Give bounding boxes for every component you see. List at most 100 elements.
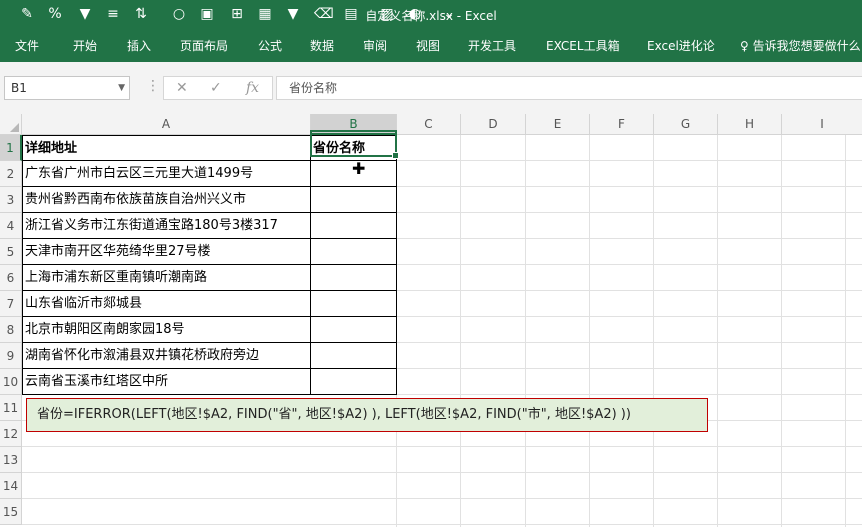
cell-b4[interactable] <box>311 213 397 239</box>
cell-a8[interactable]: 北京市朝阳区南朗家园18号 <box>22 317 311 343</box>
cell-a7[interactable]: 山东省临沂市郯城县 <box>22 291 311 317</box>
row-header-12[interactable]: 12 <box>0 421 22 447</box>
tab-review[interactable]: 审阅 <box>363 37 387 54</box>
cell-b10[interactable] <box>311 369 397 395</box>
row-header-8[interactable]: 8 <box>0 317 22 343</box>
gridline <box>717 135 718 527</box>
formula-note: 省份=IFERROR(LEFT(地区!$A2, FIND("省", 地区!$A2… <box>26 398 708 432</box>
tab-page-layout[interactable]: 页面布局 <box>180 37 228 54</box>
name-box[interactable]: B1 ▼ <box>4 76 130 100</box>
grid-icon[interactable]: ⊞ <box>228 5 246 23</box>
tab-excel-evolution[interactable]: Excel进化论 <box>647 37 715 54</box>
row-header-15[interactable]: 15 <box>0 499 22 525</box>
gridline <box>22 524 862 525</box>
frame-icon[interactable]: ▣ <box>198 5 216 23</box>
row-header-14[interactable]: 14 <box>0 473 22 499</box>
gridline <box>22 498 862 499</box>
cell-b8[interactable] <box>311 317 397 343</box>
palette-icon[interactable]: ◐ <box>406 5 424 23</box>
cell-cursor-icon: ✚ <box>352 159 366 178</box>
select-all-button[interactable] <box>0 114 22 135</box>
row-header-13[interactable]: 13 <box>0 447 22 473</box>
row-header-7[interactable]: 7 <box>0 291 22 317</box>
cell-a3[interactable]: 贵州省黔西南布依族苗族自治州兴义市 <box>22 187 311 213</box>
tell-me-label: 告诉我您想要做什么 <box>752 39 861 53</box>
gridline <box>22 446 862 447</box>
column-header-i[interactable]: I <box>782 114 862 135</box>
tab-file[interactable]: 文件 <box>15 37 39 54</box>
gridline <box>525 135 526 527</box>
formula-bar-area: B1 ▼ ⋮ ✕ ✓ fx 省份名称 <box>0 62 862 114</box>
cell-b6[interactable] <box>311 265 397 291</box>
table-icon[interactable]: ▦ <box>256 5 274 23</box>
active-cell-selection[interactable] <box>310 130 399 159</box>
row-header-9[interactable]: 9 <box>0 343 22 369</box>
column-header-f[interactable]: F <box>590 114 654 135</box>
cell-b9[interactable] <box>311 343 397 369</box>
column-header-a[interactable]: A <box>22 114 311 135</box>
circle-shape-icon[interactable]: ○ <box>170 5 188 23</box>
formula-tools: ✕ ✓ fx <box>163 76 273 100</box>
filter-icon[interactable]: ▼ <box>76 5 94 23</box>
filter-funnel-icon[interactable]: ▼ <box>284 5 302 23</box>
fill-handle[interactable] <box>392 152 399 159</box>
gridline <box>845 135 846 527</box>
cell-a6[interactable]: 上海市浦东新区重南镇听潮南路 <box>22 265 311 291</box>
window-title: 自定义名称.xlsx - Excel <box>365 9 497 23</box>
sort-icon[interactable]: ⇅ <box>132 5 150 23</box>
drag-handle-icon[interactable]: ⋮ <box>146 78 160 94</box>
cancel-icon[interactable]: ✕ <box>176 80 188 96</box>
enter-check-icon[interactable]: ✓ <box>210 80 222 96</box>
ribbon-tabs: 文件 开始 插入 页面布局 公式 数据 审阅 视图 开发工具 EXCEL工具箱 … <box>0 30 862 62</box>
column-header-h[interactable]: H <box>718 114 782 135</box>
gridline <box>653 135 654 527</box>
cell-b3[interactable] <box>311 187 397 213</box>
cell-b5[interactable] <box>311 239 397 265</box>
tab-view[interactable]: 视图 <box>416 37 440 54</box>
cell-a4[interactable]: 浙江省义务市江东街道通宝路180号3楼317 <box>22 213 311 239</box>
text-wrap-icon[interactable]: ≡ <box>104 5 122 23</box>
tell-me-box[interactable]: ♀ 告诉我您想要做什么 <box>740 37 861 54</box>
cell-b7[interactable] <box>311 291 397 317</box>
gridline <box>781 135 782 527</box>
customize-toolbar-icon[interactable]: ⌄ <box>440 5 458 23</box>
gridline <box>460 135 461 527</box>
tab-developer[interactable]: 开发工具 <box>468 37 516 54</box>
column-header-d[interactable]: D <box>461 114 526 135</box>
row-header-3[interactable]: 3 <box>0 187 22 213</box>
tab-home[interactable]: 开始 <box>73 37 97 54</box>
column-header-g[interactable]: G <box>654 114 718 135</box>
row-header-5[interactable]: 5 <box>0 239 22 265</box>
picture-icon[interactable]: ▨ <box>378 5 396 23</box>
tab-formulas[interactable]: 公式 <box>258 37 282 54</box>
row-header-2[interactable]: 2 <box>0 161 22 187</box>
cell-a10[interactable]: 云南省玉溪市红塔区中所 <box>22 369 311 395</box>
tab-data[interactable]: 数据 <box>310 37 334 54</box>
eraser-icon[interactable]: ⌫ <box>314 5 334 23</box>
tab-excel-toolbox[interactable]: EXCEL工具箱 <box>546 37 620 54</box>
format-painter-icon[interactable]: ✎ <box>18 5 36 23</box>
name-box-value: B1 <box>11 81 27 95</box>
row-header-10[interactable]: 10 <box>0 369 22 395</box>
worksheet-grid[interactable]: A B C D E F G H I 1 2 3 4 5 6 7 8 9 10 1… <box>0 114 862 527</box>
chevron-down-icon[interactable]: ▼ <box>118 77 125 99</box>
row-header-11[interactable]: 11 <box>0 395 22 421</box>
fx-icon[interactable]: fx <box>246 80 259 96</box>
row-header-6[interactable]: 6 <box>0 265 22 291</box>
column-header-c[interactable]: C <box>397 114 461 135</box>
formula-input[interactable]: 省份名称 <box>276 76 862 100</box>
row-header-4[interactable]: 4 <box>0 213 22 239</box>
tab-insert[interactable]: 插入 <box>127 37 151 54</box>
row-header-1[interactable]: 1 <box>0 135 22 161</box>
cell-a5[interactable]: 天津市南开区华苑绮华里27号楼 <box>22 239 311 265</box>
percent-icon[interactable]: % <box>46 5 64 23</box>
gridline <box>22 472 862 473</box>
title-bar: ✎ % ▼ ≡ ⇅ ○ ▣ ⊞ ▦ ▼ ⌫ ▤ ▨ ◐ ⌄ 自定义名称.xlsx… <box>0 0 862 30</box>
cell-a9[interactable]: 湖南省怀化市溆浦县双井镇花桥政府旁边 <box>22 343 311 369</box>
cell-a2[interactable]: 广东省广州市白云区三元里大道1499号 <box>22 161 311 187</box>
column-header-e[interactable]: E <box>526 114 590 135</box>
gridline <box>589 135 590 527</box>
form-icon[interactable]: ▤ <box>342 5 360 23</box>
cell-a1[interactable]: 详细地址 <box>22 135 311 161</box>
lightbulb-icon: ♀ <box>740 39 753 53</box>
